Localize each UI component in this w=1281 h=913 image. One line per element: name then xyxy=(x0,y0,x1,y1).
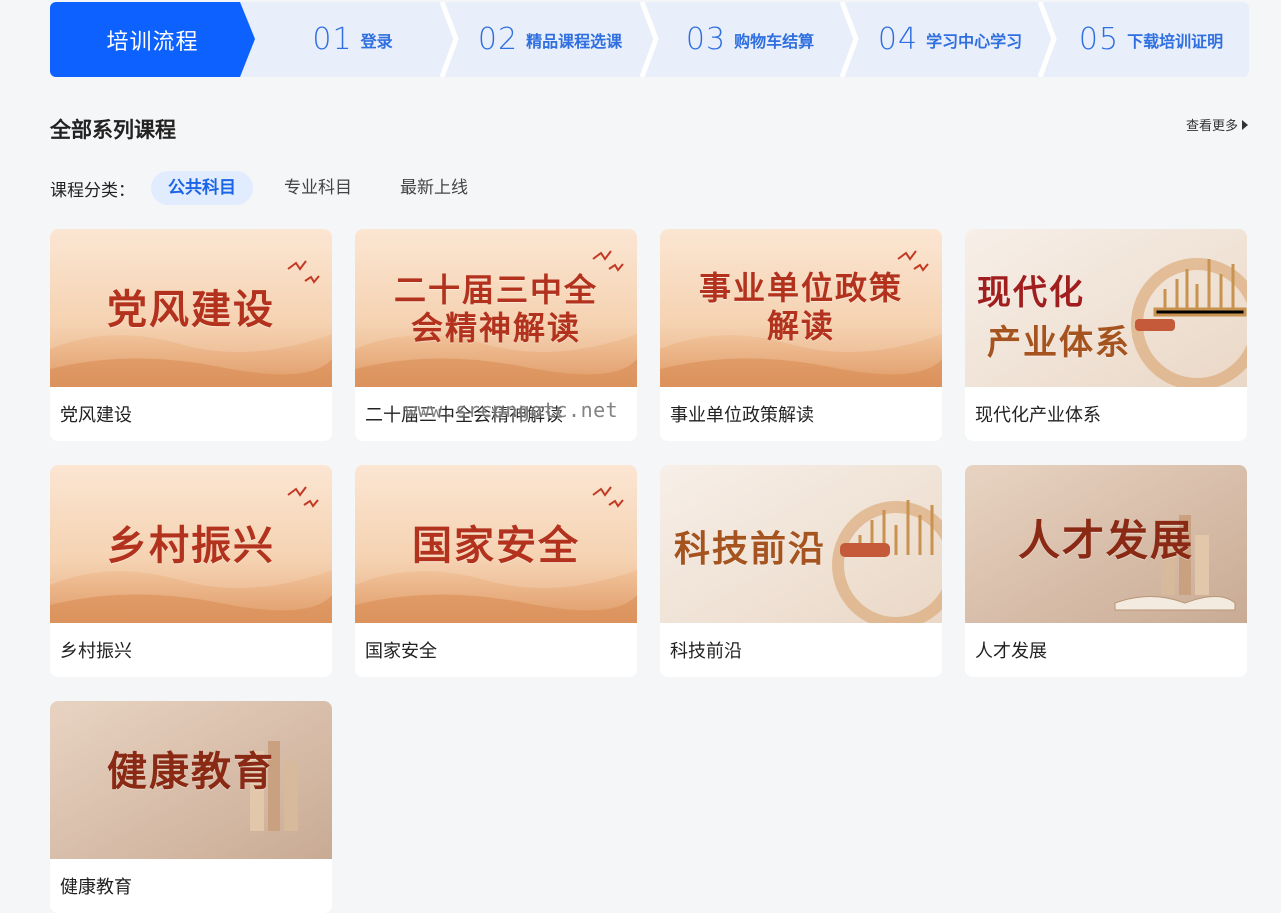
course-card[interactable]: 事业单位政策 解读 事业单位政策解读 xyxy=(660,229,942,441)
process-title: 培训流程 xyxy=(50,2,255,77)
step-checkout[interactable]: 03 购物车结算 xyxy=(655,2,845,77)
step-download-certificate[interactable]: 05 下载培训证明 xyxy=(1053,2,1249,77)
course-card[interactable]: 科技前沿 科技前沿 xyxy=(660,465,942,677)
course-thumbnail: 现代化 产业体系 xyxy=(965,229,1247,387)
filter-option-newest[interactable]: 最新上线 xyxy=(383,171,485,205)
step-number: 05 xyxy=(1078,22,1120,57)
training-process-banner: 培训流程 01 登录 02 精品课程选课 03 购物车结算 04 学习中心学习 … xyxy=(50,2,1249,77)
course-card[interactable]: 现代化 产业体系 现代化产业体系 xyxy=(965,229,1247,441)
course-thumbnail: 人才发展 xyxy=(965,465,1247,623)
filter-label: 课程分类： xyxy=(50,180,135,201)
thumbnail-headline: 会精神解读 xyxy=(410,309,581,347)
course-thumbnail: 国家安全 xyxy=(355,465,637,623)
step-label: 登录 xyxy=(360,31,393,51)
thumbnail-headline: 产业体系 xyxy=(987,323,1131,363)
thumbnail-headline: 健康教育 xyxy=(107,748,275,795)
filter-option-professional[interactable]: 专业科目 xyxy=(267,171,369,205)
course-card[interactable]: 国家安全 国家安全 xyxy=(355,465,637,677)
view-more-label: 查看更多 xyxy=(1185,119,1238,134)
course-title: 人才发展 xyxy=(975,641,1047,662)
thumbnail-headline: 解读 xyxy=(766,307,835,345)
course-title: 事业单位政策解读 xyxy=(670,405,814,426)
course-thumbnail: 党风建设 xyxy=(50,229,332,387)
course-card[interactable]: 人才发展 人才发展 xyxy=(965,465,1247,677)
thumbnail-headline: 乡村振兴 xyxy=(107,522,275,569)
step-number: 04 xyxy=(877,22,919,57)
course-card[interactable]: 乡村振兴 乡村振兴 xyxy=(50,465,332,677)
filter-option-public[interactable]: 公共科目 xyxy=(151,171,253,205)
course-thumbnail: 乡村振兴 xyxy=(50,465,332,623)
course-thumbnail: 事业单位政策 解读 xyxy=(660,229,942,387)
thumbnail-headline: 现代化 xyxy=(977,273,1085,313)
step-login[interactable]: 01 登录 xyxy=(255,2,450,77)
course-thumbnail: 健康教育 xyxy=(50,701,332,859)
step-label: 精品课程选课 xyxy=(526,31,623,51)
section-title: 全部系列课程 xyxy=(50,118,176,142)
step-select-course[interactable]: 02 精品课程选课 xyxy=(455,2,645,77)
course-card[interactable]: 党风建设 党风建设 xyxy=(50,229,332,441)
course-title: 科技前沿 xyxy=(670,641,742,662)
course-title: 健康教育 xyxy=(60,877,132,898)
watermark-text: www.srcongotc.net xyxy=(405,398,619,422)
step-number: 03 xyxy=(685,22,727,57)
step-study-center[interactable]: 04 学习中心学习 xyxy=(855,2,1045,77)
caret-right-icon xyxy=(1242,119,1248,130)
step-label: 学习中心学习 xyxy=(926,31,1023,51)
course-title: 党风建设 xyxy=(60,405,132,426)
step-label: 下载培训证明 xyxy=(1127,31,1224,51)
step-label: 购物车结算 xyxy=(734,31,815,51)
course-thumbnail: 二十届三中全 会精神解读 xyxy=(355,229,637,387)
thumbnail-headline: 党风建设 xyxy=(107,286,275,333)
course-title: 乡村振兴 xyxy=(60,641,132,662)
view-more-link[interactable]: 查看更多 xyxy=(1186,115,1248,134)
course-title: 现代化产业体系 xyxy=(975,405,1101,426)
step-number: 02 xyxy=(477,22,519,57)
course-card[interactable]: 健康教育 健康教育 xyxy=(50,701,332,913)
step-number: 01 xyxy=(312,22,353,57)
thumbnail-headline: 人才发展 xyxy=(1017,516,1194,565)
thumbnail-headline: 科技前沿 xyxy=(674,528,827,570)
course-thumbnail: 科技前沿 xyxy=(660,465,942,623)
course-category-filter: 课程分类： 公共科目 专业科目 最新上线 xyxy=(50,170,499,206)
thumbnail-headline: 国家安全 xyxy=(412,522,580,569)
course-title: 国家安全 xyxy=(365,641,437,662)
